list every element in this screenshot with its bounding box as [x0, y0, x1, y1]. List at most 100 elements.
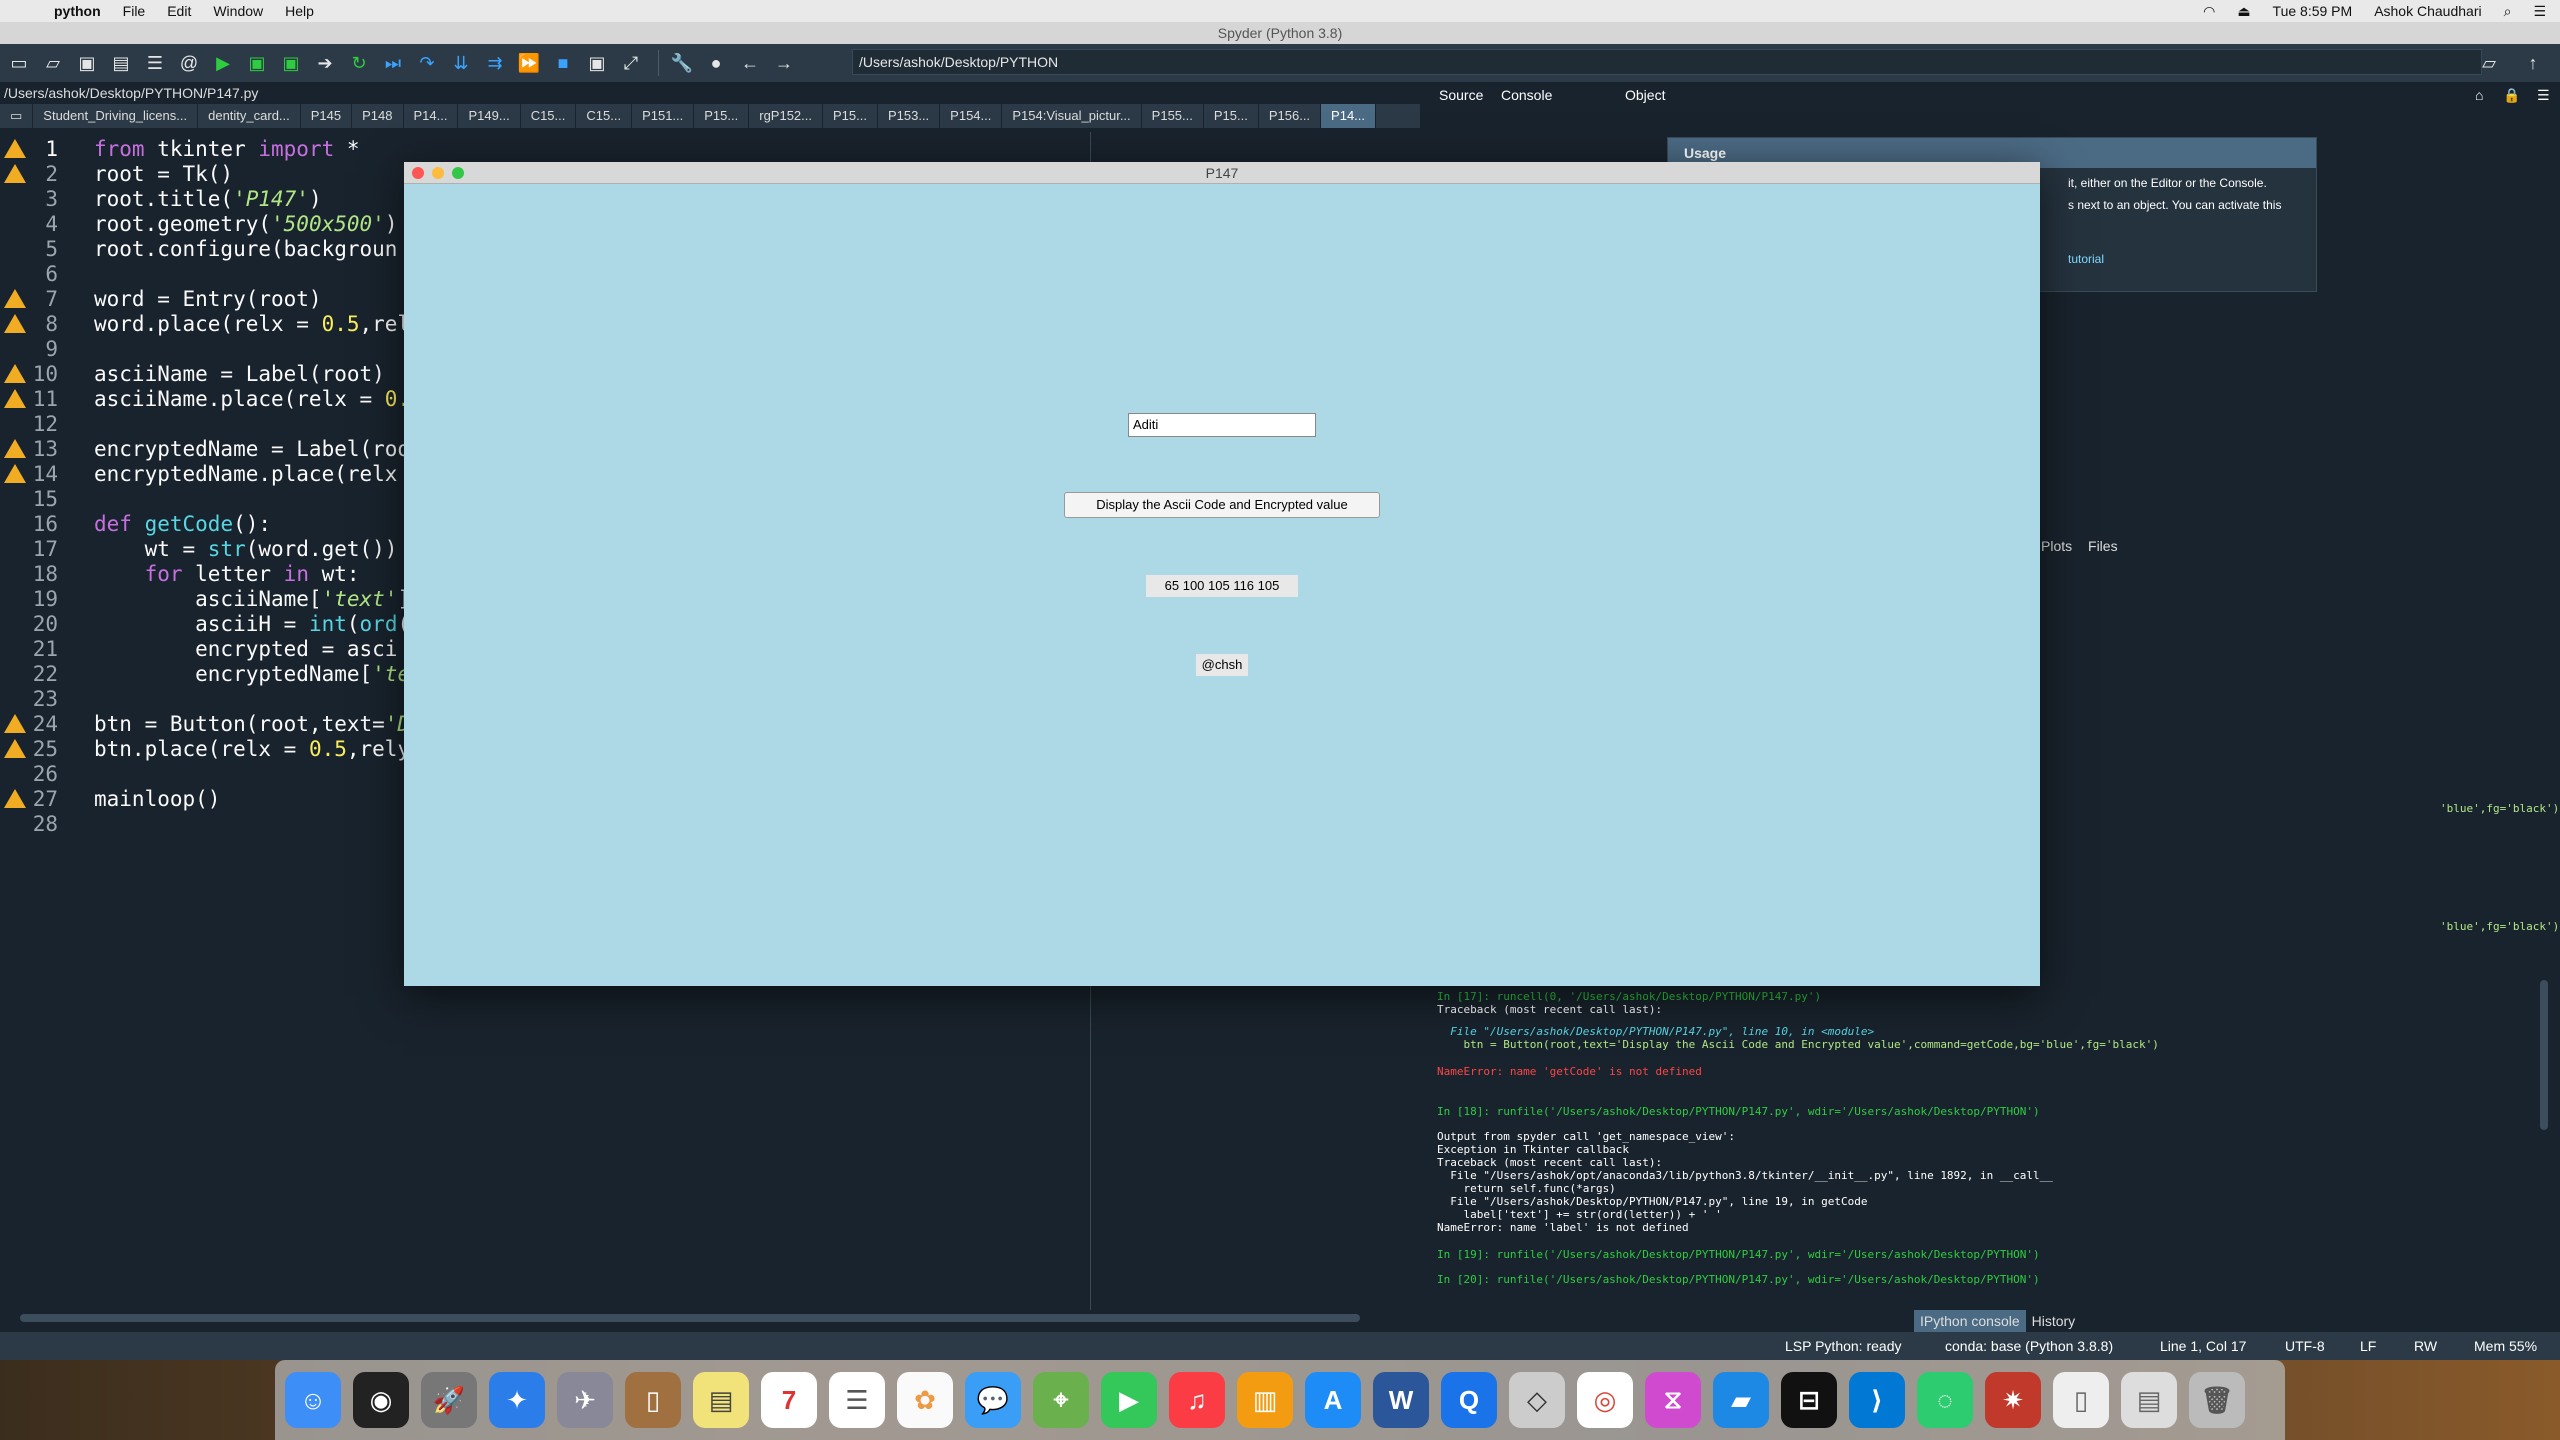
editor-tab[interactable]: C15... — [576, 104, 633, 128]
safari-icon[interactable]: ✦ — [489, 1372, 545, 1428]
menu-edit[interactable]: Edit — [167, 3, 191, 19]
run-icon[interactable]: ▶ — [208, 48, 238, 78]
finder-icon[interactable]: ☺ — [285, 1372, 341, 1428]
trash-icon[interactable]: 🗑 — [2189, 1372, 2245, 1428]
tab-history[interactable]: History — [2026, 1310, 2082, 1332]
browse-folder-icon[interactable]: ▱ — [2474, 48, 2504, 78]
editor-tab[interactable]: P151... — [632, 104, 695, 128]
editor-tab[interactable]: P145 — [301, 104, 353, 128]
menu-file[interactable]: File — [123, 3, 146, 19]
editor-tab[interactable]: P14... — [404, 104, 459, 128]
menu-app-name[interactable]: python — [54, 3, 101, 19]
editor-tab[interactable]: P14... — [1321, 104, 1377, 128]
minimize-icon[interactable] — [432, 167, 444, 179]
editor-tab[interactable]: rgP152... — [749, 104, 823, 128]
downloads-icon[interactable]: ▤ — [2121, 1372, 2177, 1428]
photos-icon[interactable]: ✿ — [897, 1372, 953, 1428]
tab-files[interactable]: Files — [2082, 536, 2124, 556]
warning-icon[interactable] — [4, 364, 26, 383]
maps-icon[interactable]: ⌖ — [1033, 1372, 1089, 1428]
chrome-icon[interactable]: ◎ — [1577, 1372, 1633, 1428]
tab-list-icon[interactable]: ▭ — [0, 104, 34, 128]
notification-center-icon[interactable]: ☰ — [2533, 3, 2546, 20]
word-entry[interactable]: Aditi — [1128, 413, 1316, 437]
warning-icon[interactable] — [4, 789, 26, 808]
stop-icon[interactable]: ■ — [548, 48, 578, 78]
run-cell-advance-icon[interactable]: ▣ — [276, 48, 306, 78]
editor-horizontal-scrollbar[interactable] — [20, 1314, 1360, 1322]
preview-icon[interactable]: ✈ — [557, 1372, 613, 1428]
at-icon[interactable]: @ — [174, 48, 204, 78]
menu-user[interactable]: Ashok Chaudhari — [2374, 3, 2481, 19]
calendar-icon[interactable]: 7 — [761, 1372, 817, 1428]
eject-icon[interactable]: ⏏ — [2237, 3, 2250, 20]
spyder-icon[interactable]: ✷ — [1985, 1372, 2041, 1428]
document-icon[interactable]: ▯ — [2053, 1372, 2109, 1428]
notes-icon[interactable]: ▤ — [693, 1372, 749, 1428]
warning-icon[interactable] — [4, 164, 26, 183]
spotlight-icon[interactable]: ⌕ — [2504, 3, 2512, 20]
run-cell-icon[interactable]: ▣ — [242, 48, 272, 78]
save-icon[interactable]: ▣ — [72, 48, 102, 78]
step-return-icon[interactable]: ⇉ — [480, 48, 510, 78]
maximize-pane-icon[interactable]: ▣ — [582, 48, 612, 78]
editor-tab[interactable]: C15... — [521, 104, 577, 128]
editor-tab[interactable]: P15... — [694, 104, 750, 128]
script-editor-icon[interactable]: ◇ — [1509, 1372, 1565, 1428]
editor-tab[interactable]: dentity_card... — [198, 104, 301, 128]
close-icon[interactable] — [412, 167, 424, 179]
pane-options-icon[interactable]: ☰ — [2537, 87, 2550, 104]
save-all-icon[interactable]: ▤ — [106, 48, 136, 78]
books-icon[interactable]: ▥ — [1237, 1372, 1293, 1428]
editor-tab[interactable]: P156... — [1259, 104, 1322, 128]
warning-icon[interactable] — [4, 439, 26, 458]
python-path-icon[interactable]: ● — [701, 48, 731, 78]
wifi-icon[interactable]: ◠ — [2203, 3, 2215, 20]
launchpad-icon[interactable]: 🚀 — [421, 1372, 477, 1428]
new-file-icon[interactable]: ▭ — [4, 48, 34, 78]
warning-icon[interactable] — [4, 714, 26, 733]
reminders-icon[interactable]: ☰ — [829, 1372, 885, 1428]
warning-icon[interactable] — [4, 139, 26, 158]
back-arrow-icon[interactable]: ← — [735, 48, 765, 78]
editor-tab[interactable]: P15... — [1204, 104, 1259, 128]
app-store-icon[interactable]: A — [1305, 1372, 1361, 1428]
tab-ipython-console[interactable]: IPython console — [1914, 1310, 2026, 1332]
siri-icon[interactable]: ◉ — [353, 1372, 409, 1428]
continue-icon[interactable]: ⏩ — [514, 48, 544, 78]
folder-app-icon[interactable]: ▰ — [1713, 1372, 1769, 1428]
warning-icon[interactable] — [4, 389, 26, 408]
contacts-icon[interactable]: ▯ — [625, 1372, 681, 1428]
editor-tab[interactable]: P153... — [878, 104, 941, 128]
editor-tab[interactable]: P155... — [1142, 104, 1204, 128]
debug-icon[interactable]: ⏭ — [378, 48, 408, 78]
quicktime-icon[interactable]: Q — [1441, 1372, 1497, 1428]
editor-tab[interactable]: P154... — [940, 104, 1003, 128]
run-selection-icon[interactable]: ➔ — [310, 48, 340, 78]
usage-tutorial-link[interactable]: tutorial — [2068, 252, 2316, 266]
parent-directory-icon[interactable]: ↑ — [2518, 48, 2548, 78]
menu-clock[interactable]: Tue 8:59 PM — [2273, 3, 2353, 19]
editor-tab[interactable]: Student_Driving_licens... — [33, 104, 199, 128]
messages-icon[interactable]: 💬 — [965, 1372, 1021, 1428]
step-into-icon[interactable]: ⇊ — [446, 48, 476, 78]
anaconda-icon[interactable]: ◌ — [1917, 1372, 1973, 1428]
menu-window[interactable]: Window — [213, 3, 263, 19]
word-icon[interactable]: W — [1373, 1372, 1429, 1428]
music-icon[interactable]: ♫ — [1169, 1372, 1225, 1428]
editor-tab[interactable]: P148 — [352, 104, 404, 128]
console-vertical-scrollbar[interactable] — [2540, 980, 2548, 1130]
working-directory-input[interactable]: /Users/ashok/Desktop/PYTHON — [852, 49, 2482, 75]
tab-plots[interactable]: Plots — [2035, 536, 2078, 556]
list-icon[interactable]: ☰ — [140, 48, 170, 78]
facetime-icon[interactable]: ▶ — [1101, 1372, 1157, 1428]
step-icon[interactable]: ↷ — [412, 48, 442, 78]
home-icon[interactable]: ⌂ — [2475, 87, 2483, 103]
warning-icon[interactable] — [4, 464, 26, 483]
warning-icon[interactable] — [4, 739, 26, 758]
forward-arrow-icon[interactable]: → — [769, 48, 799, 78]
warning-icon[interactable] — [4, 314, 26, 333]
source-dropdown[interactable]: Console — [1501, 87, 1552, 103]
editor-tab[interactable]: P149... — [458, 104, 521, 128]
display-ascii-button[interactable]: Display the Ascii Code and Encrypted val… — [1064, 492, 1380, 518]
